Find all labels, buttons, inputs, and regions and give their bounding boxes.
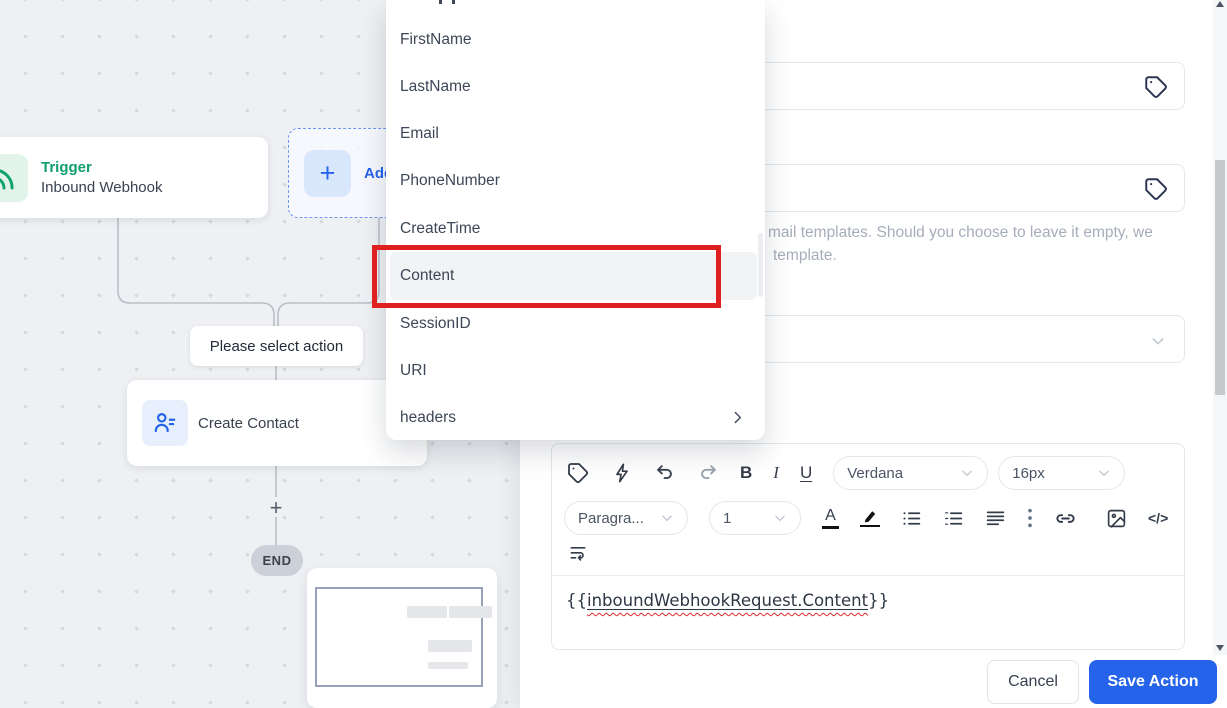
text-color-bar bbox=[822, 526, 839, 529]
tag-icon[interactable] bbox=[1143, 74, 1169, 100]
chevron-right-icon bbox=[729, 409, 746, 426]
panel-scrollbar[interactable] bbox=[1213, 0, 1227, 655]
canvas-minimap[interactable] bbox=[307, 568, 497, 708]
code-view-icon[interactable]: </> bbox=[1148, 510, 1168, 526]
chevron-down-icon bbox=[1099, 470, 1110, 477]
dropdown-item-createtime[interactable]: CreateTime bbox=[386, 205, 765, 252]
align-justify-icon[interactable] bbox=[985, 508, 1006, 529]
line-height-value: 1 bbox=[723, 509, 732, 527]
line-height-select[interactable]: 1 bbox=[709, 501, 801, 535]
editor-content-area[interactable]: {{inboundWebhookRequest.Content}} bbox=[552, 576, 1184, 625]
merge-tag-icon[interactable] bbox=[566, 461, 590, 485]
chevron-down-icon bbox=[1150, 333, 1166, 349]
variable-picker-dropdown: FirstName LastName Email PhoneNumber Cre… bbox=[386, 0, 765, 440]
editor-toolbar-row1: B I U Verdana 16px bbox=[552, 444, 1184, 492]
create-contact-node[interactable]: Create Contact bbox=[127, 380, 427, 466]
minimap-viewport[interactable] bbox=[315, 587, 483, 687]
redo-icon[interactable] bbox=[697, 462, 719, 484]
text-wrap-icon[interactable] bbox=[568, 542, 588, 562]
editor-toolbar-row2: Paragra... 1 A </> bbox=[552, 492, 1184, 535]
font-size-value: 16px bbox=[1012, 464, 1045, 482]
dropdown-item-content[interactable]: Content bbox=[386, 252, 765, 299]
minimap-node-bar bbox=[449, 606, 492, 618]
bullet-list-icon[interactable] bbox=[901, 508, 922, 529]
text-color-button[interactable]: A bbox=[822, 507, 839, 529]
chevron-down-icon bbox=[662, 515, 672, 522]
dropdown-item-firstname[interactable]: FirstName bbox=[386, 16, 765, 63]
trigger-node-text: Trigger Inbound Webhook bbox=[41, 159, 163, 196]
minimap-node-bar bbox=[428, 662, 468, 669]
dropdown-item-uri[interactable]: URI bbox=[386, 347, 765, 394]
trigger-node-subtitle: Inbound Webhook bbox=[41, 179, 163, 196]
contact-person-icon bbox=[142, 400, 188, 446]
bold-button[interactable]: B bbox=[740, 463, 752, 483]
scrollbar-thumb[interactable] bbox=[1215, 160, 1225, 395]
numbered-list-icon[interactable] bbox=[943, 508, 964, 529]
dropdown-item-sessionid[interactable]: SessionID bbox=[386, 300, 765, 347]
plus-icon: + bbox=[304, 149, 351, 197]
clipped-item-fragment bbox=[452, 0, 455, 4]
chevron-down-icon bbox=[962, 470, 973, 477]
helper-text-line1: mail templates. Should you choose to lea… bbox=[768, 224, 1153, 241]
lightning-icon[interactable] bbox=[611, 462, 633, 484]
dropdown-scrollbar-thumb[interactable] bbox=[758, 233, 763, 297]
trigger-node-title: Trigger bbox=[41, 159, 92, 176]
end-badge: END bbox=[251, 545, 303, 576]
token-prefix: {{ bbox=[566, 591, 587, 610]
paragraph-style-select[interactable]: Paragra... bbox=[564, 501, 688, 535]
clipped-item-fragment bbox=[439, 0, 442, 4]
scrollbar-up-arrow[interactable] bbox=[1216, 1, 1224, 7]
editor-toolbar-row3 bbox=[552, 535, 1184, 570]
font-size-select[interactable]: 16px bbox=[998, 456, 1126, 490]
cancel-button[interactable]: Cancel bbox=[987, 660, 1079, 704]
create-contact-label: Create Contact bbox=[198, 414, 299, 432]
dropdown-item-phonenumber[interactable]: PhoneNumber bbox=[386, 157, 765, 204]
highlight-color-button[interactable] bbox=[860, 509, 880, 528]
trigger-node[interactable]: Trigger Inbound Webhook bbox=[0, 137, 268, 218]
merge-token: inboundWebhookRequest.Content bbox=[587, 591, 869, 610]
dropdown-item-headers[interactable]: headers bbox=[386, 394, 765, 441]
action-prompt-label: Please select action bbox=[190, 326, 363, 366]
dropdown-item-lastname[interactable]: LastName bbox=[386, 63, 765, 110]
highlight-color-bar bbox=[860, 524, 880, 528]
token-suffix: }} bbox=[868, 591, 890, 610]
more-options-icon[interactable] bbox=[1027, 507, 1033, 529]
undo-icon[interactable] bbox=[654, 462, 676, 484]
minimap-node-bar bbox=[407, 606, 447, 618]
font-family-value: Verdana bbox=[847, 464, 904, 482]
scrollbar-down-arrow[interactable] bbox=[1216, 645, 1224, 651]
paragraph-style-value: Paragra... bbox=[578, 509, 644, 527]
chevron-down-icon bbox=[775, 515, 785, 522]
insert-step-button[interactable]: + bbox=[262, 494, 290, 522]
webhook-signal-icon bbox=[0, 153, 28, 202]
dropdown-item-email[interactable]: Email bbox=[386, 110, 765, 157]
font-family-select[interactable]: Verdana bbox=[833, 456, 989, 490]
text-color-letter: A bbox=[825, 507, 836, 525]
marker-icon bbox=[864, 510, 876, 523]
minimap-node-bar bbox=[428, 640, 472, 652]
image-icon[interactable] bbox=[1106, 508, 1127, 529]
italic-button[interactable]: I bbox=[773, 463, 779, 483]
rich-text-editor: B I U Verdana 16px Paragra... 1 A </> {{… bbox=[551, 443, 1185, 650]
link-icon[interactable] bbox=[1054, 507, 1077, 530]
helper-text-line2: template. bbox=[773, 247, 837, 264]
save-action-button[interactable]: Save Action bbox=[1089, 660, 1217, 704]
underline-button[interactable]: U bbox=[800, 463, 812, 483]
tag-icon[interactable] bbox=[1143, 176, 1169, 202]
app-window: Trigger Inbound Webhook + Add Please sel… bbox=[0, 0, 1227, 708]
